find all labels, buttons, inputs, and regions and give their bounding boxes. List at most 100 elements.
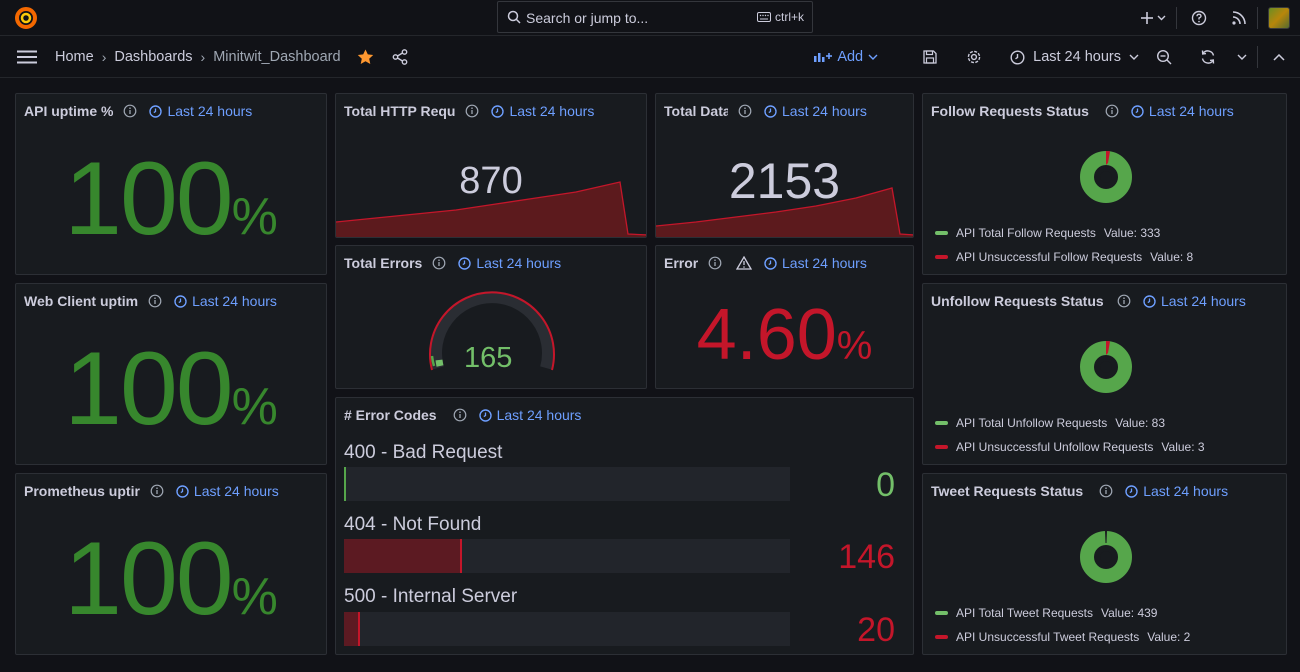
error-code-value: 0: [876, 466, 895, 504]
stat-unit: %: [231, 188, 278, 246]
legend-value: Value: 8: [1150, 250, 1194, 264]
time-range-picker[interactable]: Last 24 hours: [1010, 49, 1139, 65]
refresh-interval-chevron-down-icon[interactable]: [1227, 39, 1257, 75]
stat-value: 4.60%: [656, 294, 913, 376]
add-button[interactable]: Add: [814, 49, 878, 65]
stat-unit: %: [836, 324, 873, 368]
donut-chart: [1080, 340, 1132, 393]
panel-api-uptime: API uptime % Last 24 hours 100%: [15, 93, 327, 275]
legend-value: Value: 439: [1100, 606, 1158, 620]
info-icon[interactable]: [708, 256, 722, 270]
time-range-text: Last 24 hours: [496, 407, 582, 423]
grafana-logo-icon[interactable]: [14, 6, 38, 30]
help-icon[interactable]: [1177, 0, 1221, 36]
breadcrumb-separator: ›: [200, 49, 206, 65]
refresh-icon[interactable]: [1189, 39, 1227, 75]
info-icon[interactable]: [453, 408, 467, 422]
panel-time-range[interactable]: Last 24 hours: [491, 103, 594, 119]
info-icon[interactable]: [148, 294, 162, 308]
add-panel-icon: [814, 53, 833, 62]
info-icon[interactable]: [1099, 484, 1113, 498]
top-actions: [1132, 0, 1300, 36]
search-icon: [507, 10, 521, 29]
time-range-text: Last 24 hours: [509, 103, 595, 119]
panel-time-range[interactable]: Last 24 hours: [458, 255, 561, 271]
panel-time-range[interactable]: Last 24 hours: [478, 407, 582, 423]
error-code-value: 20: [857, 611, 895, 649]
search-input[interactable]: Search or jump to... ctrl+k: [497, 1, 813, 33]
share-icon[interactable]: [392, 49, 408, 65]
panel-header: Total Errors Last 24 hours: [344, 254, 638, 272]
time-range-text: Last 24 hours: [167, 103, 253, 119]
favorite-star-icon[interactable]: [357, 49, 374, 65]
info-icon[interactable]: [432, 256, 446, 270]
legend-item[interactable]: API Total Unfollow Requests Value: 83: [935, 416, 1165, 430]
panel-title: Unfollow Requests Status: [931, 293, 1103, 309]
panel-title: Web Client uptim: [24, 293, 139, 309]
info-icon[interactable]: [150, 484, 164, 498]
time-range-text: Last 24 hours: [782, 103, 867, 119]
settings-gear-icon[interactable]: [952, 39, 996, 75]
zoom-out-icon[interactable]: [1139, 39, 1189, 75]
stat-number: 100: [64, 521, 234, 637]
panel-unfollow-requests: Unfollow Requests Status Last 24 hours A…: [922, 283, 1287, 465]
panel-header: Follow Requests Status Last 24 hours: [931, 102, 1278, 120]
legend-value: Value: 83: [1115, 416, 1166, 430]
panel-web-client-uptime: Web Client uptim Last 24 hours 100%: [15, 283, 327, 465]
panel-title: Tweet Requests Status: [931, 483, 1084, 499]
panel-header: Total HTTP Requ Last 24 hours: [344, 102, 638, 120]
panel-time-range[interactable]: Last 24 hours: [149, 103, 252, 119]
save-icon[interactable]: [908, 39, 952, 75]
error-code-bar-track: [344, 467, 790, 501]
panel-title: Prometheus uptir: [24, 483, 140, 499]
clock-icon: [1131, 104, 1144, 118]
time-range-text: Last 24 hours: [1148, 103, 1234, 119]
info-icon[interactable]: [1117, 294, 1131, 308]
panel-time-range[interactable]: Last 24 hours: [764, 255, 867, 271]
warning-icon[interactable]: [736, 256, 752, 270]
clock-icon: [1125, 484, 1138, 498]
legend-item[interactable]: API Unsuccessful Tweet Requests Value: 2: [935, 630, 1190, 644]
news-feed-icon[interactable]: [1221, 0, 1257, 36]
legend-swatch: [935, 255, 948, 259]
legend-item[interactable]: API Unsuccessful Unfollow Requests Value:…: [935, 440, 1205, 454]
error-code-bar: [344, 612, 360, 646]
panel-header: Total Data Last 24 hours: [664, 102, 905, 120]
panel-time-range[interactable]: Last 24 hours: [1131, 103, 1234, 119]
panel-time-range[interactable]: Last 24 hours: [1125, 483, 1228, 499]
new-plus-icon[interactable]: [1132, 0, 1176, 36]
info-icon[interactable]: [123, 104, 137, 118]
panel-header: Error Last 24 hours: [664, 254, 905, 272]
shortcut-text: ctrl+k: [774, 10, 804, 24]
collapse-chevron-up-icon[interactable]: [1258, 39, 1300, 75]
info-icon[interactable]: [1105, 104, 1119, 118]
panel-time-range[interactable]: Last 24 hours: [1143, 293, 1246, 309]
info-icon[interactable]: [738, 104, 752, 118]
legend-item[interactable]: API Unsuccessful Follow Requests Value: 8: [935, 250, 1193, 264]
info-icon[interactable]: [465, 104, 479, 118]
error-code-bar: [344, 539, 462, 573]
panel-follow-requests: Follow Requests Status Last 24 hours API…: [922, 93, 1287, 275]
clock-icon: [149, 104, 163, 118]
panel-title: Total Errors: [344, 255, 423, 271]
legend-item[interactable]: API Total Follow Requests Value: 333: [935, 226, 1160, 240]
breadcrumb-dashboards[interactable]: Dashboards: [114, 49, 192, 65]
panel-tweet-requests: Tweet Requests Status Last 24 hours API …: [922, 473, 1287, 655]
panel-error-codes: # Error Codes Last 24 hours 400 - Bad Re…: [335, 397, 914, 655]
menu-icon[interactable]: [16, 50, 38, 69]
legend-swatch: [935, 611, 948, 615]
panel-time-range[interactable]: Last 24 hours: [174, 293, 277, 309]
legend-label: API Unsuccessful Tweet Requests: [956, 630, 1140, 644]
breadcrumb-home[interactable]: Home: [55, 49, 94, 65]
time-range-text: Last 24 hours: [782, 255, 867, 271]
error-code-label: 500 - Internal Server: [344, 586, 518, 607]
user-avatar[interactable]: [1258, 0, 1300, 36]
time-range-text: Last 24 hours: [476, 255, 562, 271]
legend-item[interactable]: API Total Tweet Requests Value: 439: [935, 606, 1157, 620]
panel-title: Total Data: [664, 103, 728, 119]
error-code-bar-track: [344, 612, 790, 646]
panel-time-range[interactable]: Last 24 hours: [764, 103, 867, 119]
error-code-bar-track: [344, 539, 790, 573]
panel-time-range[interactable]: Last 24 hours: [176, 483, 279, 499]
legend-label: API Total Tweet Requests: [956, 606, 1093, 620]
